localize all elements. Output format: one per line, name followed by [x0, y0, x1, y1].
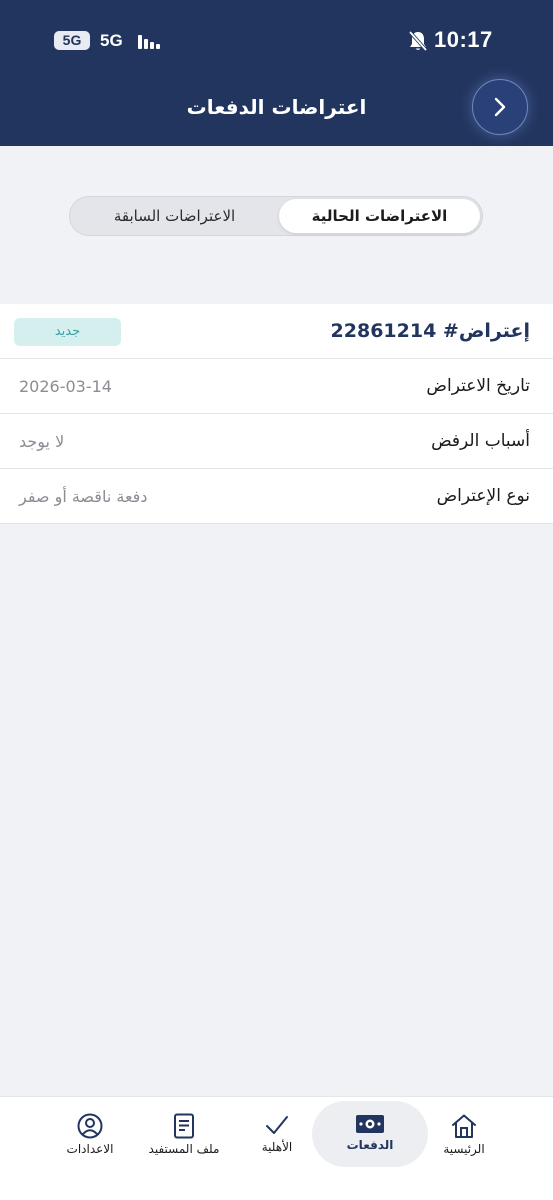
user-circle-icon — [77, 1113, 103, 1139]
rejection-reasons-value: لا يوجد — [19, 432, 65, 451]
objection-type-value: دفعة ناقصة أو صفر — [19, 487, 148, 506]
objection-title: إعتراض# 22861214 — [330, 320, 530, 342]
network-label: 5G — [100, 31, 123, 50]
nav-payments-label: الدفعات — [346, 1138, 394, 1152]
objection-type-row: نوع الإعتراض دفعة ناقصة أو صفر — [0, 469, 553, 524]
document-icon — [174, 1113, 194, 1139]
objection-date-value: 2026-03-14 — [19, 377, 112, 396]
objection-header-row: إعتراض# 22861214 جديد — [0, 304, 553, 359]
home-icon — [452, 1114, 476, 1138]
nav-home-label: الرئيسية — [443, 1142, 485, 1156]
nav-eligibility[interactable]: الأهلية — [237, 1101, 317, 1167]
nav-settings-label: الاعدادات — [66, 1142, 114, 1156]
rejection-reasons-label: أسباب الرفض — [431, 431, 530, 451]
objection-card[interactable]: إعتراض# 22861214 جديد تاريخ الاعتراض 202… — [0, 304, 553, 524]
back-button[interactable] — [472, 79, 528, 135]
tab-previous-objections[interactable]: الاعتراضات السابقة — [74, 199, 275, 233]
sim-badge: 5G — [54, 31, 90, 50]
objection-date-row: تاريخ الاعتراض 2026-03-14 — [0, 359, 553, 414]
objection-date-label: تاريخ الاعتراض — [426, 376, 530, 396]
bottom-nav: الرئيسية الدفعات الأهلية ملف المستفيد ال… — [0, 1096, 553, 1200]
nav-beneficiary-profile[interactable]: ملف المستفيد — [134, 1101, 234, 1167]
nav-settings[interactable]: الاعدادات — [50, 1101, 130, 1167]
objections-tabs: الاعتراضات الحالية الاعتراضات السابقة — [69, 196, 483, 236]
nav-eligibility-label: الأهلية — [261, 1140, 293, 1154]
status-badge: جديد — [14, 318, 121, 346]
nav-beneficiary-profile-label: ملف المستفيد — [148, 1142, 220, 1156]
status-time: 10:17 — [434, 27, 493, 52]
nav-payments[interactable]: الدفعات — [312, 1101, 428, 1167]
bell-off-icon — [408, 30, 428, 52]
chevron-right-icon — [494, 97, 506, 117]
app-header: 5G 5G 10:17 اعتراضات الدفعات — [0, 0, 553, 146]
tab-current-objections[interactable]: الاعتراضات الحالية — [279, 199, 480, 233]
banknote-icon — [356, 1115, 384, 1133]
page-title: اعتراضات الدفعات — [186, 95, 367, 119]
objection-type-label: نوع الإعتراض — [436, 486, 530, 506]
nav-home[interactable]: الرئيسية — [424, 1101, 504, 1167]
signal-icon — [138, 35, 160, 49]
checkmark-icon — [266, 1116, 288, 1134]
rejection-reasons-row: أسباب الرفض لا يوجد — [0, 414, 553, 469]
